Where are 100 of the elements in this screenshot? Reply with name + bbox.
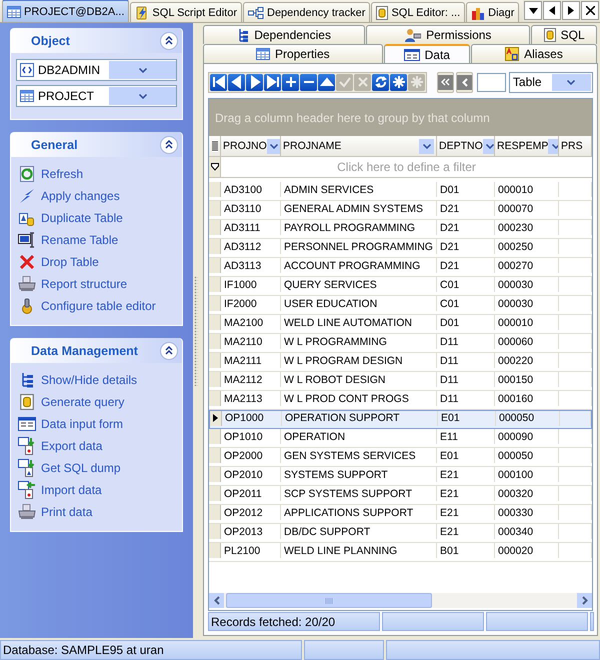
column-chooser-icon[interactable]	[212, 141, 218, 151]
page-field[interactable]	[477, 72, 506, 92]
table-row[interactable]: OP2010 SYSTEMS SUPPORT E21 000100	[209, 467, 592, 486]
table-cell: 000020	[498, 544, 534, 556]
task-link[interactable]: Refresh	[41, 167, 84, 181]
task-link[interactable]: Data input form	[41, 417, 124, 431]
first-record-icon	[212, 75, 226, 89]
document-tab[interactable]: SQL Editor: ...	[371, 2, 466, 22]
column-header[interactable]: DEPTNO	[439, 140, 483, 152]
task-link[interactable]: Apply changes	[41, 189, 120, 203]
left-chevron-icon	[462, 78, 468, 86]
table-cell: E21	[440, 506, 459, 518]
table-cell: D01	[440, 184, 460, 196]
panel-tab[interactable]: Data	[384, 44, 470, 63]
panel-tab[interactable]: SQL	[531, 25, 597, 44]
task-link[interactable]: Generate query	[41, 395, 124, 409]
table-cell: E01	[441, 412, 460, 424]
table-cell: E01	[440, 450, 459, 462]
scroll-left-button[interactable]	[543, 1, 561, 20]
users-icon	[405, 28, 422, 42]
table-row[interactable]: OP2012 APPLICATIONS SUPPORT E21 000330	[209, 505, 592, 524]
insert-record-button[interactable]	[282, 74, 299, 90]
table-row[interactable]: OP1010 OPERATION E11 000090	[209, 429, 592, 448]
status-panel	[590, 612, 594, 631]
refresh-button[interactable]	[372, 74, 389, 90]
table-row[interactable]: IF1000 QUERY SERVICES C01 000030	[209, 277, 592, 296]
table-cell: 000230	[498, 222, 534, 234]
column-header[interactable]: PROJNO	[223, 140, 267, 152]
column-filter-button[interactable]	[419, 138, 434, 154]
collapse-button[interactable]	[160, 342, 178, 360]
table-row[interactable]: OP1000 OPERATION SUPPORT E01 000050	[209, 410, 592, 429]
wrench-icon	[19, 298, 35, 314]
delete-record-button[interactable]	[300, 74, 317, 90]
scrollbar-thumb[interactable]	[226, 593, 432, 608]
table-row[interactable]: IF2000 USER EDUCATION C01 000030	[209, 296, 592, 315]
first-page-button[interactable]	[437, 72, 454, 92]
previous-record-button[interactable]	[228, 74, 245, 90]
table-row[interactable]: MA2100 WELD LINE AUTOMATION D01 000010	[209, 315, 592, 334]
table-cell: MA2100	[224, 316, 264, 328]
caret-icon	[270, 144, 278, 148]
edit-record-button[interactable]	[318, 74, 335, 90]
task-link[interactable]: Show/Hide details	[41, 373, 138, 387]
splitter-handle[interactable]	[194, 276, 198, 386]
left-chevron-icon	[214, 596, 220, 605]
column-header[interactable]: PROJNAME	[283, 140, 342, 152]
previous-page-button[interactable]	[456, 72, 474, 92]
first-record-button[interactable]	[210, 74, 227, 90]
last-record-button[interactable]	[264, 74, 281, 90]
task-link[interactable]: Configure table editor	[41, 299, 156, 313]
table-cell: 000070	[498, 202, 534, 214]
task-link[interactable]: Export data	[41, 439, 102, 453]
table-cell: 000030	[498, 278, 534, 290]
task-link[interactable]: Get SQL dump	[41, 461, 121, 475]
panel-tab[interactable]: Permissions	[366, 25, 530, 44]
table-cell: 000270	[498, 260, 534, 272]
table-row[interactable]: OP2000 GEN SYSTEMS SERVICES E01 000050	[209, 448, 592, 467]
task-link[interactable]: Import data	[41, 483, 102, 497]
table-row[interactable]: OP2013 DB/DC SUPPORT E21 000340	[209, 524, 592, 543]
table-row[interactable]: OP2011 SCP SYSTEMS SUPPORT E21 000320	[209, 486, 592, 505]
task-link[interactable]: Duplicate Table	[41, 211, 123, 225]
collapse-button[interactable]	[160, 32, 178, 50]
task-link[interactable]: Rename Table	[41, 233, 118, 247]
collapse-button[interactable]	[160, 136, 178, 154]
panel-tab[interactable]: Properties	[203, 44, 383, 63]
table-row[interactable]: AD3113 ACCOUNT PROGRAMMING D21 000270	[209, 258, 592, 277]
scroll-right-button[interactable]	[562, 1, 580, 20]
document-tab[interactable]: Dependency tracker	[243, 2, 370, 22]
table-row[interactable]: MA2112 W L ROBOT DESIGN D11 000150	[209, 372, 592, 391]
document-tab[interactable]: PROJECT@DB2A...	[2, 0, 130, 22]
table-row[interactable]: PL2100 WELD LINE PLANNING B01 000020	[209, 543, 592, 562]
status-text: Database: SAMPLE95 at uran	[0, 640, 302, 660]
table-row[interactable]: AD3100 ADMIN SERVICES D01 000010	[209, 182, 592, 201]
table-row[interactable]: AD3110 GENERAL ADMIN SYSTEMS D21 000070	[209, 201, 592, 220]
view-dropdown[interactable]: Table	[508, 72, 593, 92]
table-row[interactable]: AD3112 PERSONNEL PROGRAMMING D21 000250	[209, 239, 592, 258]
task-link[interactable]: Print data	[41, 505, 92, 519]
panel-tab[interactable]: Aliases	[470, 44, 597, 63]
document-tab[interactable]: SQL Script Editor	[130, 2, 242, 22]
table-row[interactable]: MA2111 W L PROGRAM DESIGN D11 000220	[209, 353, 592, 372]
panel-tab[interactable]: Dependencies	[203, 25, 366, 44]
column-header[interactable]: PRS	[561, 140, 583, 152]
dropdown-button[interactable]	[524, 1, 542, 20]
document-icon	[376, 6, 388, 20]
close-button[interactable]	[581, 1, 599, 20]
records-status: Records fetched: 20/20	[208, 612, 380, 631]
table-cell: D11	[440, 354, 458, 366]
table-cell: 000060	[498, 336, 534, 348]
table-cell: D11	[440, 336, 458, 348]
task-link[interactable]: Report structure	[41, 277, 128, 291]
table-row[interactable]: AD3111 PAYROLL PROGRAMMING D21 000230	[209, 220, 592, 239]
column-filter-button[interactable]	[266, 138, 280, 154]
column-filter-button[interactable]	[482, 138, 494, 154]
task-link[interactable]: Drop Table	[41, 255, 99, 269]
document-tab[interactable]: Diagr	[466, 2, 520, 22]
next-record-button[interactable]	[246, 74, 263, 90]
table-row[interactable]: MA2110 W L PROGRAMMING D11 000060	[209, 334, 592, 353]
object-dropdown[interactable]: DB2ADMIN	[16, 59, 177, 81]
object-dropdown[interactable]: PROJECT	[16, 85, 177, 107]
table-cell: MA2111	[224, 354, 262, 366]
column-header[interactable]: RESPEMP	[497, 140, 548, 152]
